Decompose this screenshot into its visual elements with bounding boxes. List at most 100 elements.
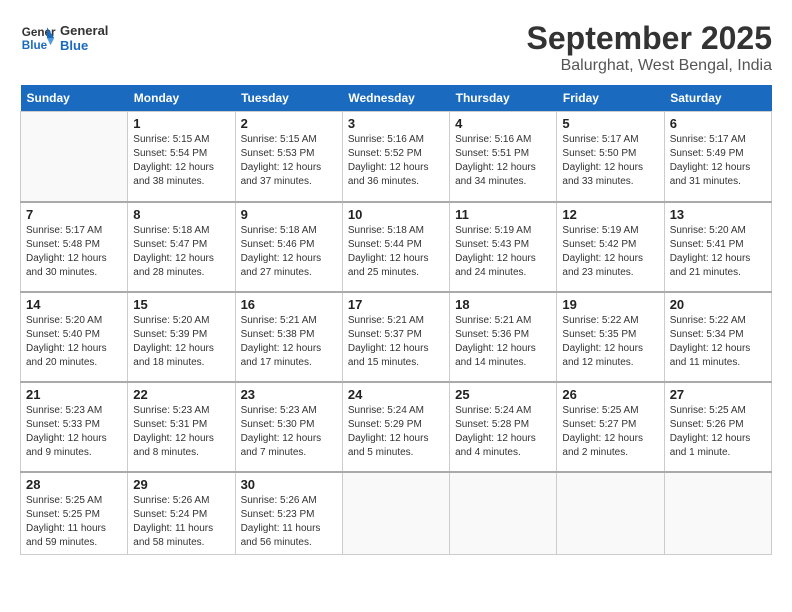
day-number: 22 <box>133 387 229 402</box>
day-number: 20 <box>670 297 766 312</box>
day-info: Sunrise: 5:23 AM Sunset: 5:30 PM Dayligh… <box>241 404 337 460</box>
svg-text:Blue: Blue <box>22 39 48 52</box>
calendar-cell: 15Sunrise: 5:20 AM Sunset: 5:39 PM Dayli… <box>128 292 235 382</box>
calendar-week-5: 28 Sunrise: 5:25 AM Sunset: 5:25 PM Dayli… <box>21 472 772 555</box>
day-info: Sunrise: 5:24 AM Sunset: 5:28 PM Dayligh… <box>455 404 551 460</box>
calendar-cell: 17 Sunrise: 5:21 AM Sunset: 5:37 PM Dayli… <box>342 292 449 382</box>
day-number: 21 <box>26 387 122 402</box>
header: General Blue General Blue September 2025… <box>20 20 772 75</box>
day-info: Sunrise: 5:18 AM Sunset: 5:44 PM Dayligh… <box>348 224 444 280</box>
calendar-header-row: SundayMondayTuesdayWednesdayThursdayFrid… <box>21 85 772 112</box>
calendar-cell: 9Sunrise: 5:18 AM Sunset: 5:46 PM Daylig… <box>235 202 342 292</box>
calendar-header-saturday: Saturday <box>664 85 771 112</box>
day-info: Sunrise: 5:21 AM Sunset: 5:37 PM Dayligh… <box>348 314 444 370</box>
calendar-cell <box>21 112 128 202</box>
day-number: 16 <box>241 297 337 312</box>
logo-blue: Blue <box>60 38 108 53</box>
calendar-cell: 22 Sunrise: 5:23 AM Sunset: 5:31 PM Dayli… <box>128 382 235 472</box>
day-number: 12 <box>562 207 658 222</box>
calendar-week-4: 21 Sunrise: 5:23 AM Sunset: 5:33 PM Dayli… <box>21 382 772 472</box>
day-info: Sunrise: 5:23 AM Sunset: 5:33 PM Dayligh… <box>26 404 122 460</box>
day-number: 15 <box>133 297 229 312</box>
calendar-week-2: 7 Sunrise: 5:17 AM Sunset: 5:48 PM Daylig… <box>21 202 772 292</box>
day-number: 28 <box>26 477 122 492</box>
calendar-cell: 29Sunrise: 5:26 AM Sunset: 5:24 PM Dayli… <box>128 472 235 555</box>
day-info: Sunrise: 5:22 AM Sunset: 5:34 PM Dayligh… <box>670 314 766 370</box>
day-number: 5 <box>562 116 658 131</box>
calendar-cell: 1 Sunrise: 5:15 AM Sunset: 5:54 PM Daylig… <box>128 112 235 202</box>
day-info: Sunrise: 5:16 AM Sunset: 5:52 PM Dayligh… <box>348 133 444 189</box>
calendar-cell: 27Sunrise: 5:25 AM Sunset: 5:26 PM Dayli… <box>664 382 771 472</box>
day-info: Sunrise: 5:23 AM Sunset: 5:31 PM Dayligh… <box>133 404 229 460</box>
day-info: Sunrise: 5:18 AM Sunset: 5:47 PM Dayligh… <box>133 224 229 280</box>
day-number: 10 <box>348 207 444 222</box>
calendar-cell: 2 Sunrise: 5:15 AM Sunset: 5:53 PM Daylig… <box>235 112 342 202</box>
calendar-header-thursday: Thursday <box>450 85 557 112</box>
calendar-cell: 19 Sunrise: 5:22 AM Sunset: 5:35 PM Dayli… <box>557 292 664 382</box>
calendar-header-tuesday: Tuesday <box>235 85 342 112</box>
calendar-cell: 3 Sunrise: 5:16 AM Sunset: 5:52 PM Daylig… <box>342 112 449 202</box>
calendar-cell: 16 Sunrise: 5:21 AM Sunset: 5:38 PM Dayli… <box>235 292 342 382</box>
day-number: 25 <box>455 387 551 402</box>
calendar-cell: 14 Sunrise: 5:20 AM Sunset: 5:40 PM Dayli… <box>21 292 128 382</box>
calendar: SundayMondayTuesdayWednesdayThursdayFrid… <box>20 85 772 555</box>
day-number: 26 <box>562 387 658 402</box>
day-number: 11 <box>455 207 551 222</box>
calendar-header-wednesday: Wednesday <box>342 85 449 112</box>
calendar-cell: 11Sunrise: 5:19 AM Sunset: 5:43 PM Dayli… <box>450 202 557 292</box>
day-number: 17 <box>348 297 444 312</box>
calendar-cell: 21 Sunrise: 5:23 AM Sunset: 5:33 PM Dayli… <box>21 382 128 472</box>
day-number: 24 <box>348 387 444 402</box>
day-number: 30 <box>241 477 337 492</box>
day-info: Sunrise: 5:22 AM Sunset: 5:35 PM Dayligh… <box>562 314 658 370</box>
day-info: Sunrise: 5:26 AM Sunset: 5:23 PM Dayligh… <box>241 494 337 550</box>
logo-icon: General Blue <box>20 20 56 56</box>
logo: General Blue General Blue <box>20 20 108 56</box>
logo-general: General <box>60 23 108 38</box>
calendar-week-3: 14 Sunrise: 5:20 AM Sunset: 5:40 PM Dayli… <box>21 292 772 382</box>
day-number: 19 <box>562 297 658 312</box>
calendar-cell: 30 Sunrise: 5:26 AM Sunset: 5:23 PM Dayli… <box>235 472 342 555</box>
day-info: Sunrise: 5:17 AM Sunset: 5:49 PM Dayligh… <box>670 133 766 189</box>
day-info: Sunrise: 5:19 AM Sunset: 5:42 PM Dayligh… <box>562 224 658 280</box>
day-info: Sunrise: 5:25 AM Sunset: 5:25 PM Dayligh… <box>26 494 122 550</box>
day-number: 23 <box>241 387 337 402</box>
day-number: 29 <box>133 477 229 492</box>
day-number: 3 <box>348 116 444 131</box>
calendar-cell: 12 Sunrise: 5:19 AM Sunset: 5:42 PM Dayli… <box>557 202 664 292</box>
calendar-cell: 24 Sunrise: 5:24 AM Sunset: 5:29 PM Dayli… <box>342 382 449 472</box>
day-number: 18 <box>455 297 551 312</box>
day-number: 9 <box>241 207 337 222</box>
calendar-cell: 25 Sunrise: 5:24 AM Sunset: 5:28 PM Dayli… <box>450 382 557 472</box>
day-number: 1 <box>133 116 229 131</box>
day-number: 8 <box>133 207 229 222</box>
calendar-cell: 18Sunrise: 5:21 AM Sunset: 5:36 PM Dayli… <box>450 292 557 382</box>
calendar-header-monday: Monday <box>128 85 235 112</box>
day-info: Sunrise: 5:16 AM Sunset: 5:51 PM Dayligh… <box>455 133 551 189</box>
title-block: September 2025 Balurghat, West Bengal, I… <box>527 20 772 75</box>
day-number: 13 <box>670 207 766 222</box>
day-info: Sunrise: 5:17 AM Sunset: 5:48 PM Dayligh… <box>26 224 122 280</box>
calendar-cell: 10 Sunrise: 5:18 AM Sunset: 5:44 PM Dayli… <box>342 202 449 292</box>
calendar-cell <box>450 472 557 555</box>
day-number: 14 <box>26 297 122 312</box>
calendar-cell: 28 Sunrise: 5:25 AM Sunset: 5:25 PM Dayli… <box>21 472 128 555</box>
day-number: 2 <box>241 116 337 131</box>
calendar-cell: 8 Sunrise: 5:18 AM Sunset: 5:47 PM Daylig… <box>128 202 235 292</box>
day-info: Sunrise: 5:21 AM Sunset: 5:38 PM Dayligh… <box>241 314 337 370</box>
day-number: 7 <box>26 207 122 222</box>
day-info: Sunrise: 5:15 AM Sunset: 5:54 PM Dayligh… <box>133 133 229 189</box>
calendar-cell: 23 Sunrise: 5:23 AM Sunset: 5:30 PM Dayli… <box>235 382 342 472</box>
calendar-header-sunday: Sunday <box>21 85 128 112</box>
subtitle: Balurghat, West Bengal, India <box>527 57 772 75</box>
calendar-cell: 6Sunrise: 5:17 AM Sunset: 5:49 PM Daylig… <box>664 112 771 202</box>
day-info: Sunrise: 5:15 AM Sunset: 5:53 PM Dayligh… <box>241 133 337 189</box>
main-title: September 2025 <box>527 20 772 57</box>
day-info: Sunrise: 5:20 AM Sunset: 5:40 PM Dayligh… <box>26 314 122 370</box>
day-info: Sunrise: 5:24 AM Sunset: 5:29 PM Dayligh… <box>348 404 444 460</box>
calendar-cell <box>557 472 664 555</box>
day-info: Sunrise: 5:25 AM Sunset: 5:27 PM Dayligh… <box>562 404 658 460</box>
day-number: 4 <box>455 116 551 131</box>
calendar-cell: 20 Sunrise: 5:22 AM Sunset: 5:34 PM Dayli… <box>664 292 771 382</box>
calendar-cell: 5Sunrise: 5:17 AM Sunset: 5:50 PM Daylig… <box>557 112 664 202</box>
